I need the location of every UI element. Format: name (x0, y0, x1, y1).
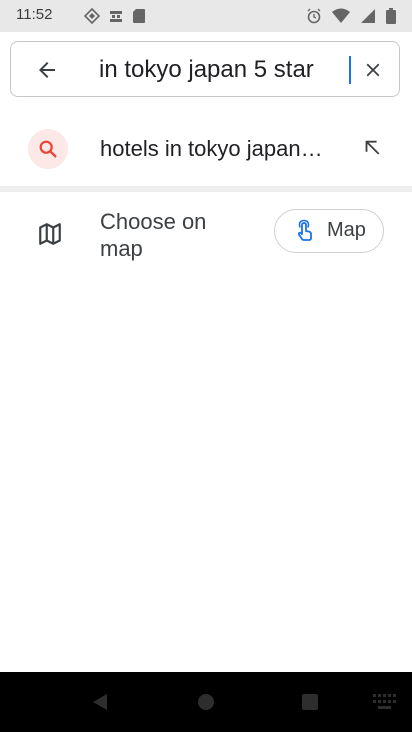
notification-usb-icon (108, 8, 124, 24)
sd-card-icon (132, 8, 146, 24)
suggestion-item[interactable]: hotels in tokyo japan… (0, 112, 412, 186)
search-input[interactable] (99, 54, 345, 86)
back-triangle-icon[interactable] (88, 690, 112, 714)
suggestion-label: hotels in tokyo japan… (100, 136, 323, 161)
wifi-icon (332, 8, 350, 24)
section-divider (0, 186, 412, 192)
map-button-label: Map (327, 219, 366, 241)
search-bar[interactable] (10, 41, 400, 97)
status-left-icons (84, 7, 146, 25)
touch-gesture-icon (291, 218, 317, 244)
text-cursor (349, 56, 351, 84)
system-nav-bar (0, 672, 412, 732)
map-icon (36, 220, 64, 248)
status-time: 11:52 (16, 6, 53, 23)
fill-query-button[interactable] (358, 135, 386, 163)
map-button[interactable]: Map (274, 209, 384, 253)
back-button[interactable] (31, 54, 63, 86)
keyboard-icon[interactable] (372, 690, 398, 714)
signal-icon (360, 8, 376, 24)
status-right-icons (306, 7, 396, 25)
choose-on-map-row[interactable]: Choose on map Map (0, 196, 412, 276)
suggestion-icon-container (28, 129, 68, 169)
status-bar: 11:52 (0, 0, 412, 32)
choose-on-map-label: Choose on map (100, 209, 207, 261)
close-icon (362, 59, 384, 81)
arrow-back-icon (35, 58, 59, 82)
alarm-icon (306, 8, 322, 24)
battery-icon (386, 8, 396, 24)
recents-square-icon[interactable] (298, 690, 322, 714)
notification-diamond-icon (84, 8, 100, 24)
clear-search-button[interactable] (357, 54, 389, 86)
home-circle-icon[interactable] (194, 690, 218, 714)
search-icon (37, 138, 59, 160)
arrow-fill-in-icon (361, 138, 383, 160)
